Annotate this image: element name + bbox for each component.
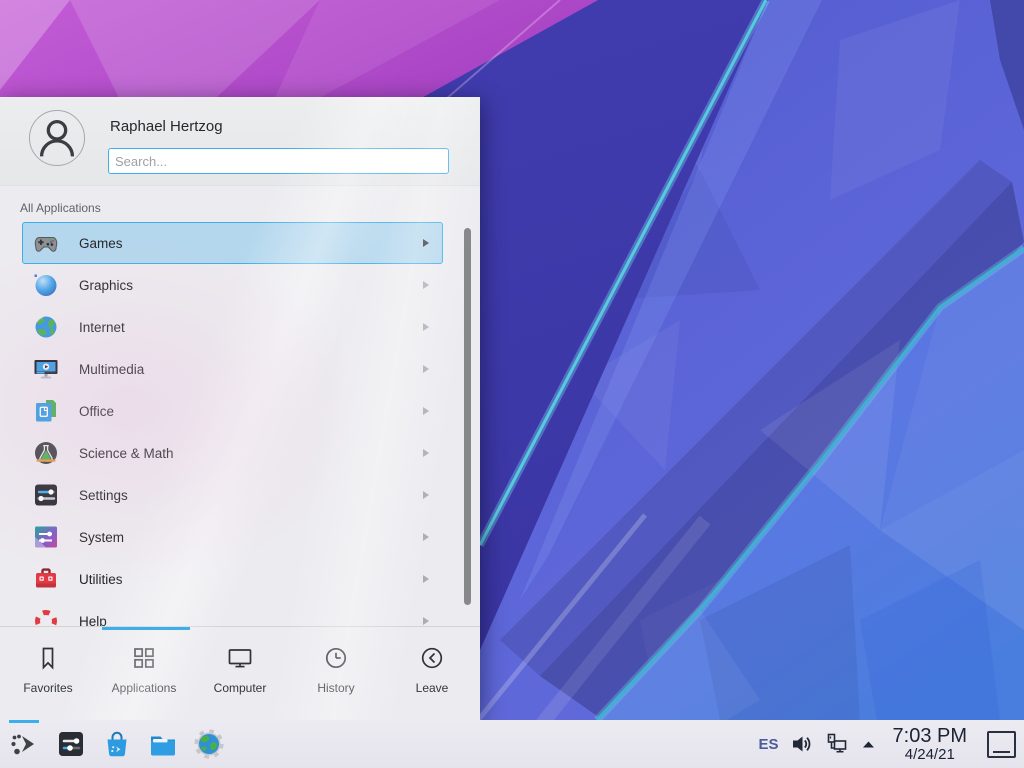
volume-icon[interactable] xyxy=(790,732,814,756)
tab-applications[interactable]: Applications xyxy=(96,627,192,720)
clock-date: 4/24/21 xyxy=(893,747,967,762)
taskbar-launchers xyxy=(0,727,226,761)
applications-icon xyxy=(130,644,158,672)
computer-icon xyxy=(226,644,254,672)
system-tray: ES 7:03 PM 4/24/21 xyxy=(759,726,1024,762)
browser-globe-icon xyxy=(192,727,226,761)
search-input[interactable] xyxy=(108,148,449,174)
category-internet[interactable]: Internet xyxy=(22,306,443,348)
user-name: Raphael Hertzog xyxy=(110,118,223,135)
leave-icon xyxy=(418,644,446,672)
discover-button[interactable] xyxy=(100,727,134,761)
history-icon xyxy=(322,644,350,672)
taskbar-panel: ES 7:03 PM 4/24/21 xyxy=(0,720,1024,768)
category-utilities[interactable]: Utilities xyxy=(22,558,443,600)
user-avatar[interactable] xyxy=(29,110,85,166)
submenu-arrow-icon xyxy=(423,281,429,289)
category-settings[interactable]: Settings xyxy=(22,474,443,516)
clock-time: 7:03 PM xyxy=(893,726,967,746)
games-icon xyxy=(33,230,59,256)
kickoff-launcher-button[interactable] xyxy=(8,727,42,761)
category-label: System xyxy=(79,530,124,545)
graphics-icon xyxy=(33,272,59,298)
category-multimedia[interactable]: Multimedia xyxy=(22,348,443,390)
category-graphics[interactable]: Graphics xyxy=(22,264,443,306)
category-help[interactable]: Help xyxy=(22,600,443,626)
keyboard-layout-indicator[interactable]: ES xyxy=(759,736,779,753)
tab-label: Leave xyxy=(416,681,449,695)
internet-icon xyxy=(33,314,59,340)
scrollbar-thumb[interactable] xyxy=(464,228,471,605)
submenu-arrow-icon xyxy=(423,449,429,457)
tab-label: History xyxy=(317,681,354,695)
tab-leave[interactable]: Leave xyxy=(384,627,480,720)
multimedia-icon xyxy=(33,356,59,382)
user-icon xyxy=(30,111,84,165)
submenu-arrow-icon xyxy=(423,407,429,415)
category-science-math[interactable]: Science & Math xyxy=(22,432,443,474)
system-settings-button[interactable] xyxy=(54,727,88,761)
category-label: Games xyxy=(79,236,123,251)
category-label: Science & Math xyxy=(79,446,174,461)
section-label: All Applications xyxy=(20,201,101,215)
settings-icon xyxy=(33,482,59,508)
tab-label: Favorites xyxy=(23,681,72,695)
submenu-arrow-icon xyxy=(423,239,429,247)
discover-icon xyxy=(100,727,134,761)
expand-tray-icon[interactable] xyxy=(860,736,877,753)
launcher-header: Raphael Hertzog xyxy=(0,97,480,186)
favorites-icon xyxy=(34,644,62,672)
submenu-arrow-icon xyxy=(423,491,429,499)
web-browser-button[interactable] xyxy=(192,727,226,761)
category-label: Settings xyxy=(79,488,128,503)
application-launcher-popup: Raphael Hertzog All Applications Games xyxy=(0,97,480,720)
tab-favorites[interactable]: Favorites xyxy=(0,627,96,720)
tab-label: Computer xyxy=(214,681,267,695)
launcher-tabbar: Favorites Applications Computer xyxy=(0,627,480,720)
tab-computer[interactable]: Computer xyxy=(192,627,288,720)
office-icon xyxy=(33,398,59,424)
submenu-arrow-icon xyxy=(423,575,429,583)
category-label: Graphics xyxy=(79,278,133,293)
utilities-icon xyxy=(33,566,59,592)
file-manager-button[interactable] xyxy=(146,727,180,761)
tab-history[interactable]: History xyxy=(288,627,384,720)
submenu-arrow-icon xyxy=(423,617,429,625)
science-icon xyxy=(33,440,59,466)
help-icon xyxy=(33,608,59,626)
category-label: Utilities xyxy=(79,572,123,587)
system-icon xyxy=(33,524,59,550)
category-label: Multimedia xyxy=(79,362,144,377)
category-system[interactable]: System xyxy=(22,516,443,558)
kickoff-icon xyxy=(8,727,42,761)
tab-label: Applications xyxy=(112,681,177,695)
show-desktop-button[interactable] xyxy=(987,731,1016,758)
digital-clock[interactable]: 7:03 PM 4/24/21 xyxy=(893,726,967,762)
network-wired-icon[interactable] xyxy=(825,732,849,756)
category-label: Help xyxy=(79,614,107,627)
system-settings-icon xyxy=(54,727,88,761)
category-label: Internet xyxy=(79,320,125,335)
dolphin-folder-icon xyxy=(146,727,180,761)
submenu-arrow-icon xyxy=(423,323,429,331)
category-games[interactable]: Games xyxy=(22,222,443,264)
active-tab-indicator xyxy=(102,627,190,630)
category-office[interactable]: Office xyxy=(22,390,443,432)
category-label: Office xyxy=(79,404,114,419)
submenu-arrow-icon xyxy=(423,365,429,373)
submenu-arrow-icon xyxy=(423,533,429,541)
active-task-indicator xyxy=(9,720,39,723)
category-list: Games Graphics xyxy=(22,222,443,626)
